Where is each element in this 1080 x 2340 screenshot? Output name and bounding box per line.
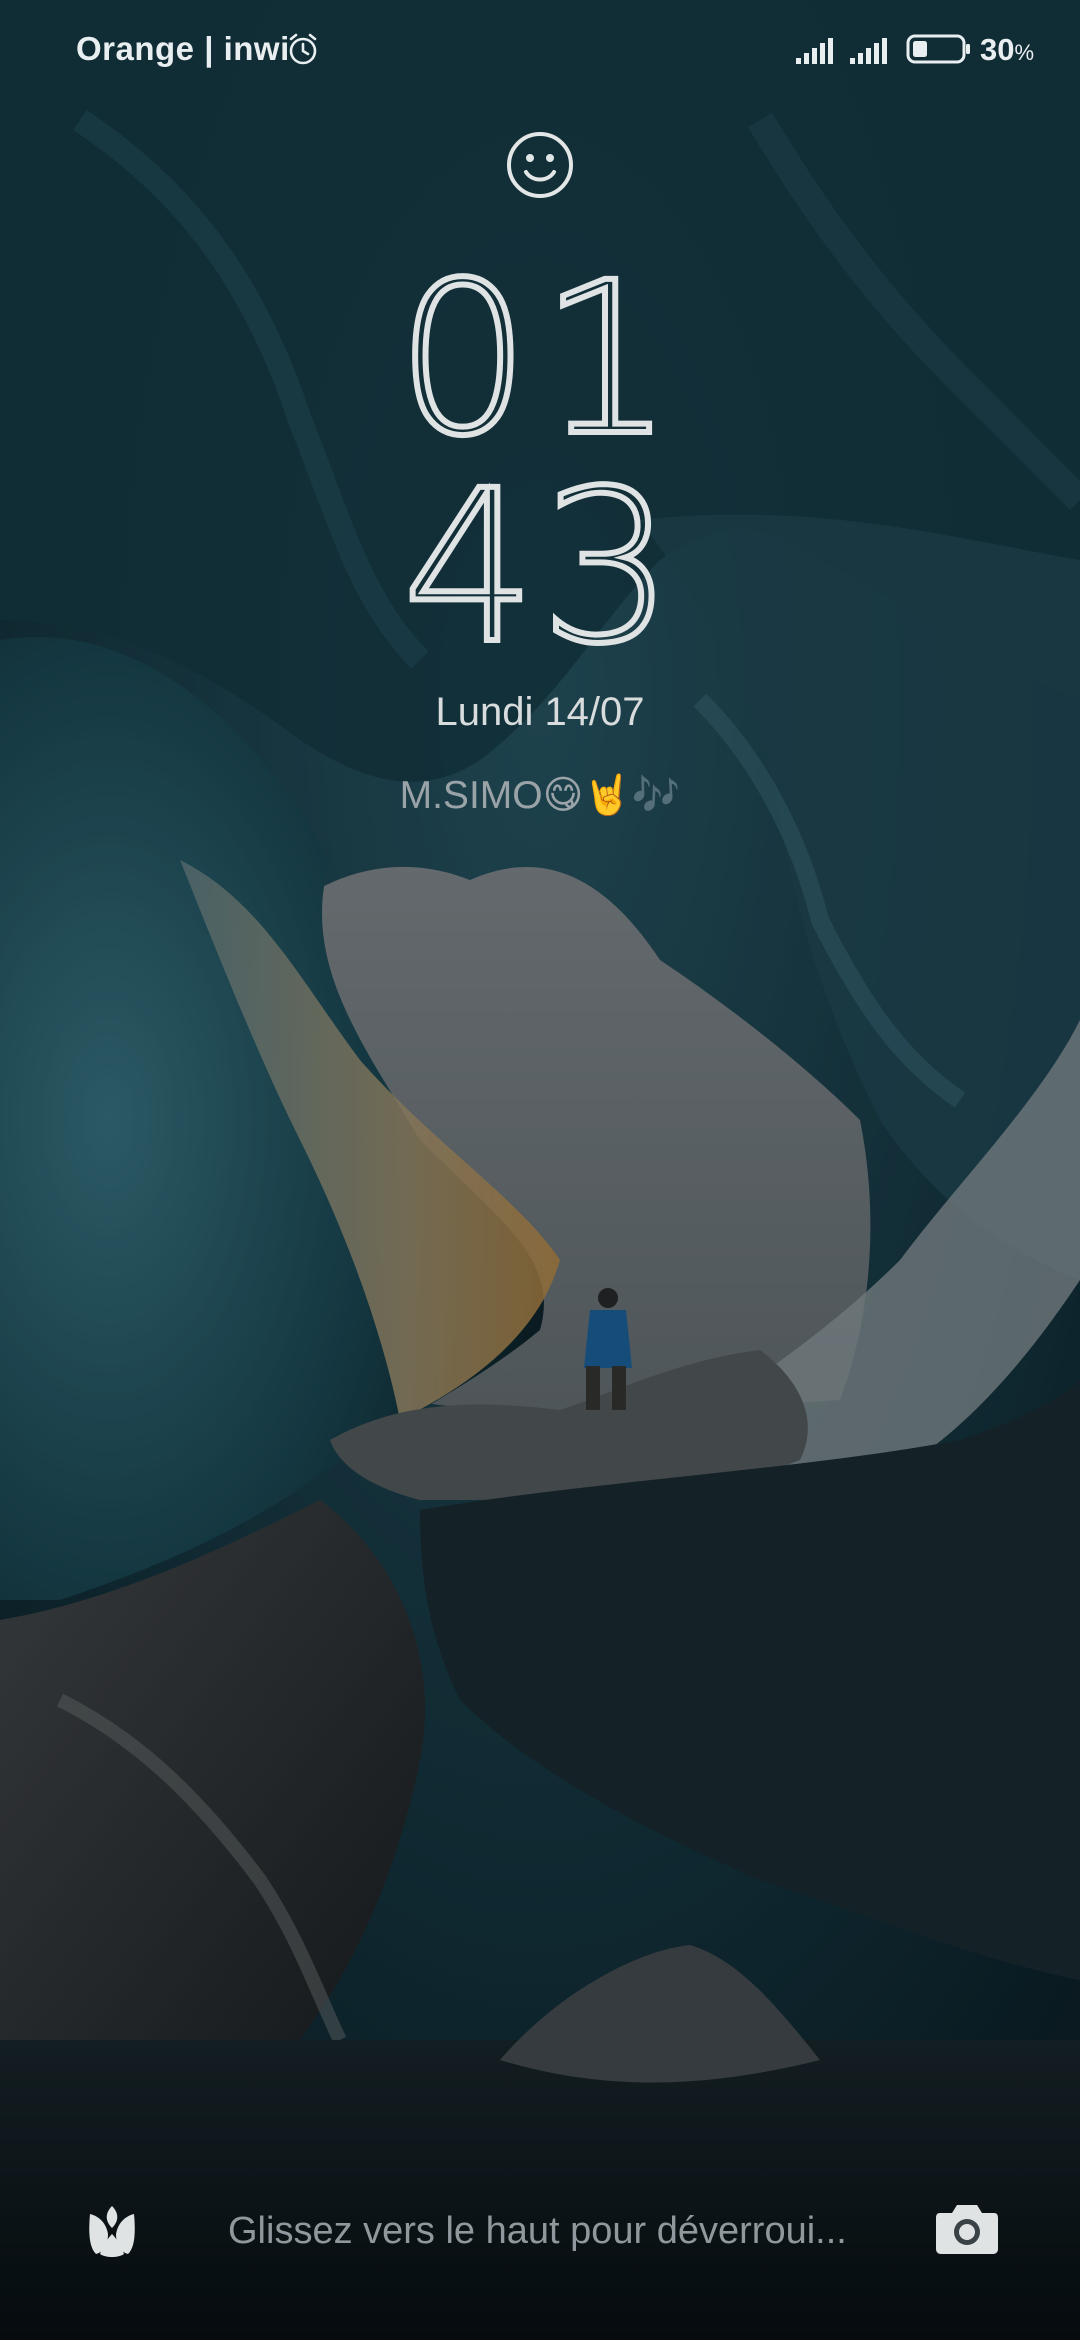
svg-text:01: 01 [396, 262, 683, 452]
battery-fill [913, 41, 927, 57]
lock-screen[interactable]: Orange | inwi 30% 01 43 Lundi 14/07 M.SI… [0, 0, 1080, 2340]
signal-sim1-icon [796, 38, 833, 64]
status-bar: Orange | inwi 30% [0, 0, 1080, 100]
owner-info: M.SIMO😋🤘🎶 [0, 772, 1080, 818]
svg-text:43: 43 [402, 470, 677, 660]
clock-hours: 01 [0, 262, 1080, 452]
owner-name: M.SIMO [399, 774, 543, 817]
signal-sim2-icon [850, 38, 887, 64]
camera-icon[interactable] [934, 2199, 1000, 2257]
clock-minutes: 43 [0, 470, 1080, 660]
tulip-icon[interactable] [82, 2200, 142, 2260]
owner-emojis: 😋🤘🎶 [542, 773, 681, 818]
smiley-face-icon[interactable] [505, 130, 575, 200]
date-label: Lundi 14/07 [435, 690, 645, 734]
swipe-up-unlock-hint[interactable]: Glissez vers le haut pour déverroui... [228, 2210, 868, 2253]
battery-percent: 30% [980, 32, 1035, 67]
carrier-label: Orange | inwi [76, 30, 290, 67]
alarm-clock-icon [289, 33, 317, 65]
battery-icon [906, 34, 970, 64]
